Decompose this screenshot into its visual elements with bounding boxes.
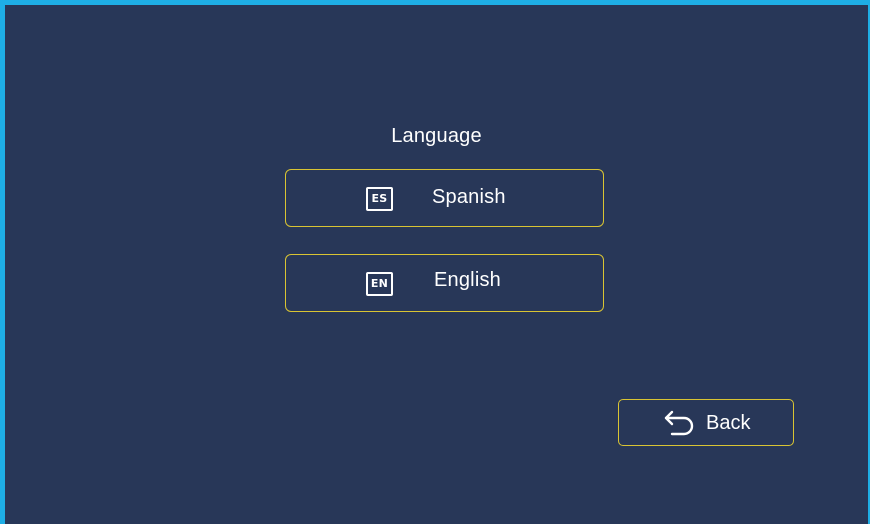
en-badge-icon: EN [366,272,393,296]
back-label: Back [706,412,751,434]
back-arrow-icon [664,410,694,436]
back-button[interactable]: Back [618,399,794,446]
es-badge-icon: ES [366,187,393,211]
language-screen: Language ES Spanish EN English Back [0,0,870,524]
page-title: Language [391,125,482,147]
english-label: English [434,269,501,291]
english-language-button[interactable]: EN English [285,254,604,312]
spanish-language-button[interactable]: ES Spanish [285,169,604,227]
spanish-label: Spanish [432,186,506,208]
